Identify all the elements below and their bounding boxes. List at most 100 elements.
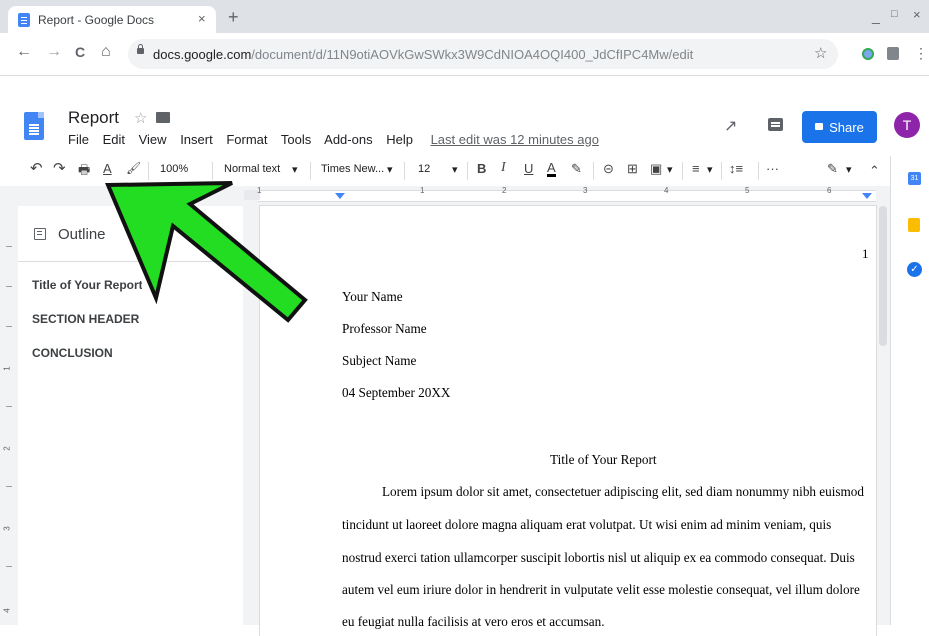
ruler-tick — [6, 486, 12, 487]
add-comment-icon[interactable]: ⊞ — [627, 161, 638, 177]
align-icon[interactable]: ≡ — [692, 161, 700, 176]
maximize-button[interactable]: □ — [891, 8, 898, 20]
minimize-button[interactable]: _ — [872, 8, 880, 24]
font-size-select[interactable]: 12 — [418, 163, 430, 175]
chevron-down-icon[interactable]: ▾ — [452, 163, 458, 176]
line-spacing-icon[interactable]: ↕≡ — [729, 161, 743, 176]
ruler-tick — [6, 326, 12, 327]
header-line: Your Name — [342, 289, 403, 304]
menu-view[interactable]: View — [139, 132, 167, 147]
indent-marker[interactable] — [335, 193, 345, 199]
star-document-icon[interactable]: ☆ — [134, 109, 147, 127]
more-icon[interactable]: ··· — [766, 161, 779, 176]
url-text: docs.google.com/document/d/11N9otiAOVkGw… — [153, 47, 694, 62]
text-color-button[interactable]: A — [547, 161, 556, 177]
toolbar-divider — [758, 162, 759, 180]
docs-logo-icon[interactable] — [24, 112, 44, 140]
last-edit-link[interactable]: Last edit was 12 minutes ago — [431, 132, 599, 147]
outline-divider — [18, 261, 243, 262]
outline-item[interactable]: Title of Your Report — [32, 278, 142, 292]
ruler-number: 2 — [502, 186, 507, 195]
font-select[interactable]: Times New... — [321, 163, 384, 175]
chevron-down-icon[interactable]: ▾ — [846, 163, 852, 176]
ruler-tick — [6, 406, 12, 407]
close-outline-icon[interactable]: ‹ — [216, 226, 221, 242]
chevron-down-icon[interactable]: ▾ — [387, 163, 393, 176]
chevron-down-icon[interactable]: ▾ — [667, 163, 673, 176]
browser-tab[interactable]: Report - Google Docs × — [8, 6, 216, 33]
document-title[interactable]: Report — [68, 108, 119, 128]
activity-trend-icon[interactable]: ↗ — [724, 116, 737, 136]
underline-button[interactable]: U — [524, 161, 533, 176]
tab-title: Report - Google Docs — [38, 13, 155, 27]
menu-insert[interactable]: Insert — [180, 132, 213, 147]
tab-close-icon[interactable]: × — [198, 11, 206, 26]
close-window-button[interactable]: × — [913, 7, 921, 22]
collapse-toolbar-icon[interactable]: ⌃ — [869, 163, 880, 179]
body-line: Lorem ipsum dolor sit amet, consectetuer… — [382, 484, 864, 499]
share-button[interactable]: Share — [802, 111, 877, 143]
print-icon[interactable]: 🖶 — [78, 161, 90, 183]
menu-edit[interactable]: Edit — [103, 132, 125, 147]
zoom-select[interactable]: 100% — [160, 163, 188, 175]
browser-toolbar: ← → C ⌂ docs.google.com/document/d/11N9o… — [0, 33, 929, 76]
new-tab-button[interactable]: + — [228, 8, 239, 26]
style-select[interactable]: Normal text — [224, 163, 280, 175]
redo-icon[interactable]: ↷ — [53, 159, 66, 177]
header-line: Professor Name — [342, 321, 427, 336]
menu-tools[interactable]: Tools — [281, 132, 311, 147]
chevron-down-icon[interactable]: ▾ — [707, 163, 713, 176]
toolbar-divider — [593, 162, 594, 180]
report-title: Title of Your Report — [550, 452, 657, 467]
browser-menu-icon[interactable]: ⋮ — [914, 45, 928, 62]
chevron-down-icon[interactable]: ▾ — [292, 163, 298, 176]
page-number: 1 — [862, 246, 869, 261]
right-indent-marker[interactable] — [862, 193, 872, 199]
extension-icon[interactable] — [862, 48, 874, 60]
toolbar-divider — [682, 162, 683, 180]
move-to-folder-icon[interactable] — [156, 112, 170, 123]
outline-item[interactable]: SECTION HEADER — [32, 312, 139, 326]
editing-mode-icon[interactable]: ✎ — [827, 161, 838, 177]
calendar-icon[interactable]: 31 — [908, 172, 921, 185]
menu-format[interactable]: Format — [226, 132, 267, 147]
outline-item[interactable]: CONCLUSION — [32, 346, 113, 360]
docs-favicon-icon — [18, 13, 30, 27]
forward-icon[interactable]: → — [46, 43, 62, 61]
share-label: Share — [829, 119, 864, 135]
address-bar[interactable]: docs.google.com/document/d/11N9otiAOVkGw… — [128, 39, 838, 69]
ruler-number: 6 — [827, 186, 832, 195]
vertical-ruler[interactable]: 1 2 3 4 — [0, 206, 19, 625]
back-icon[interactable]: ← — [16, 43, 32, 61]
italic-button[interactable]: I — [501, 160, 506, 176]
insert-image-icon[interactable]: ▣ — [650, 161, 662, 177]
menu-addons[interactable]: Add-ons — [324, 132, 372, 147]
ruler-number: 2 — [2, 446, 12, 451]
home-icon[interactable]: ⌂ — [101, 43, 111, 61]
link-icon[interactable]: ⊝ — [603, 161, 614, 177]
highlight-icon[interactable]: ✎ — [571, 161, 582, 177]
bookmark-star-icon[interactable]: ☆ — [814, 44, 827, 62]
ruler-tick — [6, 286, 12, 287]
menu-help[interactable]: Help — [386, 132, 413, 147]
paint-format-icon[interactable]: 🖌 — [126, 161, 141, 175]
extension-icon-2[interactable] — [887, 47, 899, 60]
scrollbar[interactable] — [879, 206, 887, 346]
tasks-icon[interactable]: ✓ — [907, 262, 922, 277]
ruler-tick — [6, 566, 12, 567]
header-line: Subject Name — [342, 353, 417, 368]
ruler-number: 4 — [2, 608, 12, 613]
comment-history-icon[interactable] — [768, 118, 783, 131]
reload-icon[interactable]: C — [75, 44, 85, 60]
docs-menubar: File Edit View Insert Format Tools Add-o… — [68, 132, 609, 147]
keep-icon[interactable] — [908, 218, 920, 232]
horizontal-ruler[interactable] — [258, 190, 876, 202]
undo-icon[interactable]: ↶ — [30, 159, 43, 177]
document-page[interactable]: 1 Your Name Professor Name Subject Name … — [260, 206, 876, 636]
avatar[interactable]: T — [894, 112, 920, 138]
side-panel: 31 ✓ — [890, 156, 929, 625]
menu-file[interactable]: File — [68, 132, 89, 147]
bold-button[interactable]: B — [477, 161, 486, 176]
spellcheck-icon[interactable]: A — [103, 161, 112, 176]
lock-icon — [137, 44, 144, 54]
